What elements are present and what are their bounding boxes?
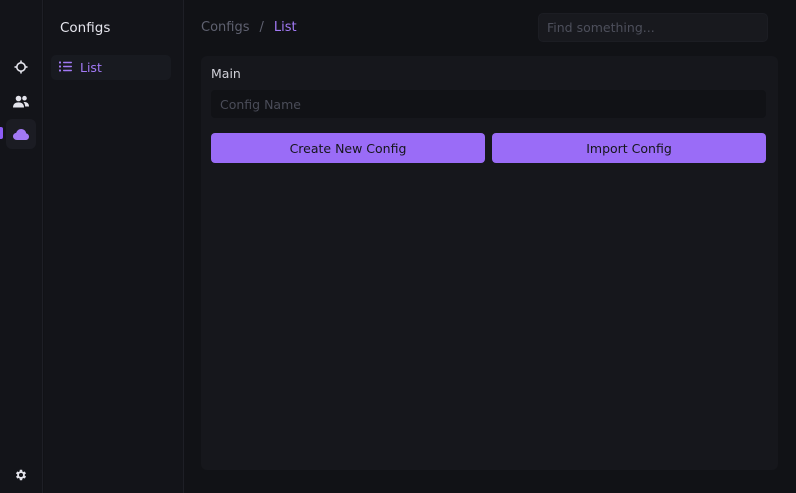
configs-sidebar: Configs List: [44, 0, 184, 493]
sidebar-item-list[interactable]: List: [51, 55, 171, 80]
cloud-icon[interactable]: [6, 119, 36, 149]
sidebar-item-label: List: [80, 60, 102, 75]
list-icon: [59, 60, 72, 75]
breadcrumb-list: List: [273, 20, 297, 35]
main-card: Main Create New Config Import Config: [201, 56, 778, 470]
create-config-button[interactable]: Create New Config: [211, 133, 485, 163]
users-icon[interactable]: [6, 86, 36, 116]
crosshair-icon[interactable]: [6, 52, 36, 82]
section-title: Main: [211, 66, 241, 81]
search-input[interactable]: [538, 13, 768, 42]
sidebar-title: Configs: [60, 20, 111, 36]
breadcrumb-configs[interactable]: Configs: [201, 20, 249, 35]
active-indicator: [0, 127, 3, 139]
breadcrumb-separator: /: [259, 20, 264, 35]
icon-rail: [0, 0, 43, 493]
import-config-button[interactable]: Import Config: [492, 133, 766, 163]
gear-icon[interactable]: [6, 460, 36, 490]
breadcrumb: Configs / List: [201, 20, 297, 35]
app-window: Configs List Configs / List Main C: [0, 0, 796, 493]
config-name-input[interactable]: [211, 90, 766, 118]
